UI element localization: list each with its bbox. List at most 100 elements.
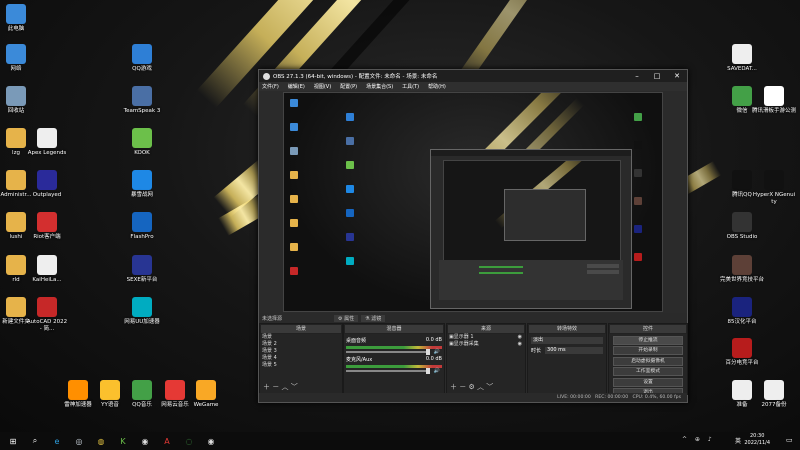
visibility-icon[interactable]: ◉ [518,341,522,348]
properties-button[interactable]: ⚙ 属性 [334,314,359,322]
scene-item[interactable]: 场景 3 [260,348,342,355]
mixer-channel: 桌面音频 0.0 dB 🔊 [344,337,444,355]
obs-preview[interactable] [283,92,663,312]
preview-mini-icon [634,253,642,261]
source-settings-icon[interactable]: ⚙ [468,383,474,391]
scene-item[interactable]: 场景 2 [260,341,342,348]
desktop-icon[interactable]: 网易UU加速器 [120,297,164,326]
scene-item[interactable]: 场景 [260,334,342,341]
desktop-icon[interactable]: HyperX NGenuity [752,170,796,206]
obs-titlebar[interactable]: OBS 27.1.3 (64-bit, windows) - 配置文件: 未命名… [259,70,687,82]
volume-slider[interactable] [346,349,430,355]
duration-input[interactable]: 300 ms [545,347,603,354]
notification-icon[interactable]: ▭ [786,436,793,444]
source-item[interactable]: ▣ 显示器采集 ◉ [447,341,525,348]
desktop-icon[interactable]: 2077备份 [752,380,796,409]
desktop-icon[interactable]: 网络 [0,44,38,73]
windows-start-icon[interactable]: ⊞ [4,434,22,448]
preview-mini-icon [290,171,298,179]
clock-time: 20:30 [749,433,765,439]
remove-scene-icon[interactable]: － [272,383,279,391]
desktop-icon[interactable]: Riot客户端 [25,212,69,241]
minimize-icon[interactable]: – [627,72,647,80]
maximize-icon[interactable]: □ [647,72,667,80]
computer-icon [6,4,26,24]
nested-nested-window [504,189,586,241]
desktop-icon[interactable]: KOOK [120,128,164,157]
close-icon[interactable]: ✕ [667,72,687,80]
add-scene-icon[interactable]: ＋ [263,383,270,391]
obs-icon[interactable]: ◉ [136,434,154,448]
scene-item[interactable]: 场景 4 [260,355,342,362]
move-up-icon[interactable]: ︿ [281,383,288,391]
desktop-icon[interactable]: SAVEDAT... [720,44,764,73]
kook-icon[interactable]: K [114,434,132,448]
desktop-icon[interactable]: 暴雪战网 [120,170,164,199]
network-icon [6,44,26,64]
desktop-icon[interactable]: Outplayed [25,170,69,199]
obs-window-title: OBS 27.1.3 (64-bit, windows) - 配置文件: 未命名… [273,74,438,80]
scene-item[interactable]: 场景 5 [260,362,342,369]
mute-icon[interactable]: 🔊 [434,349,440,355]
move-down-icon[interactable]: ﹀ [486,383,493,391]
control-button[interactable]: 开始录制 [613,346,683,355]
file-icon [732,44,752,64]
desktop-icon-label: 2077备份 [761,402,787,408]
desktop-icon[interactable]: 回收站 [0,86,38,115]
outplayed-icon [37,170,57,190]
obs-menu-item[interactable]: 文件(F) [262,83,279,90]
cpu-status: CPU: 0.4%, 60.00 fps [632,395,681,400]
mute-icon[interactable]: 🔊 [434,368,440,374]
move-down-icon[interactable]: ﹀ [291,383,298,391]
desktop-icon[interactable]: 85汉化平台 [720,297,764,326]
source-item[interactable]: ▣ 显示器 1 ◉ [447,334,525,341]
desktop-icon[interactable]: FlashPro [120,212,164,241]
hyperx-icon [764,170,784,190]
edge-icon[interactable]: e [48,434,66,448]
steam-icon[interactable]: ◎ [70,434,88,448]
desktop-icon[interactable]: KaiHeiLa... [25,255,69,284]
desktop-icon[interactable]: 此电脑 [0,4,38,33]
wechat-icon[interactable]: ◌ [180,434,198,448]
desktop-icon[interactable]: Apex Legends [25,128,69,157]
ime-indicator[interactable]: 英 [735,436,741,445]
visibility-icon[interactable]: ◉ [518,334,522,341]
obs-menu-item[interactable]: 编辑(E) [288,83,305,90]
desktop-icon[interactable]: 百分电竞平台 [720,338,764,367]
add-source-icon[interactable]: ＋ [450,383,457,391]
control-button[interactable]: 设置 [613,377,683,387]
system-tray-clock[interactable]: 20:30 2022/11/4 [744,433,770,447]
control-button[interactable]: 工作室模式 [613,367,683,376]
desktop-icon[interactable]: SEXE新平台 [120,255,164,284]
search-icon[interactable]: ⌕ [26,434,44,448]
control-button[interactable]: 停止推流 [613,335,683,345]
preview-mini-icon [634,225,642,233]
desktop-icon[interactable]: QQ游戏 [120,44,164,73]
riot-icon [37,212,57,232]
obs-menu-item[interactable]: 工具(T) [402,83,419,90]
desktop-icon[interactable]: OBS Studio [720,212,764,241]
controls-dock: 控件 停止推流开始录制启动虚拟摄像机工作室模式设置退出 [608,323,688,397]
desktop-icon[interactable]: AutoCAD 2022 - 简... [25,297,69,333]
obs-menu-item[interactable]: 视图(V) [314,83,331,90]
desktop-icon[interactable]: WeGame [184,380,228,409]
transition-select[interactable]: 淡出 [531,337,603,344]
desktop-icon-label: KOOK [134,150,150,156]
filters-button[interactable]: ⚗ 滤镜 [361,314,386,322]
control-button[interactable]: 启动虚拟摄像机 [613,356,683,366]
preview-mini-icon [634,197,642,205]
desktop-icon-label: HyperX NGenuity [752,192,796,205]
obs-icon[interactable]: ◉ [202,434,220,448]
obs-window[interactable]: OBS 27.1.3 (64-bit, windows) - 配置文件: 未命名… [258,69,688,403]
desktop-icon[interactable]: TeamSpeak 3 [120,86,164,115]
volume-slider[interactable] [346,368,430,374]
obs-menu-item[interactable]: 场景集合(S) [366,83,393,90]
desktop-icon[interactable]: 腾讯滑板手游公测 [752,86,796,115]
autocad-icon[interactable]: A [158,434,176,448]
chrome-icon[interactable]: ◍ [92,434,110,448]
move-up-icon[interactable]: ︿ [477,383,484,391]
obs-menu-item[interactable]: 帮助(H) [428,83,446,90]
desktop-icon[interactable]: 完美世界竞技平台 [720,255,764,284]
remove-source-icon[interactable]: － [459,383,466,391]
obs-menu-item[interactable]: 配置(P) [340,83,357,90]
